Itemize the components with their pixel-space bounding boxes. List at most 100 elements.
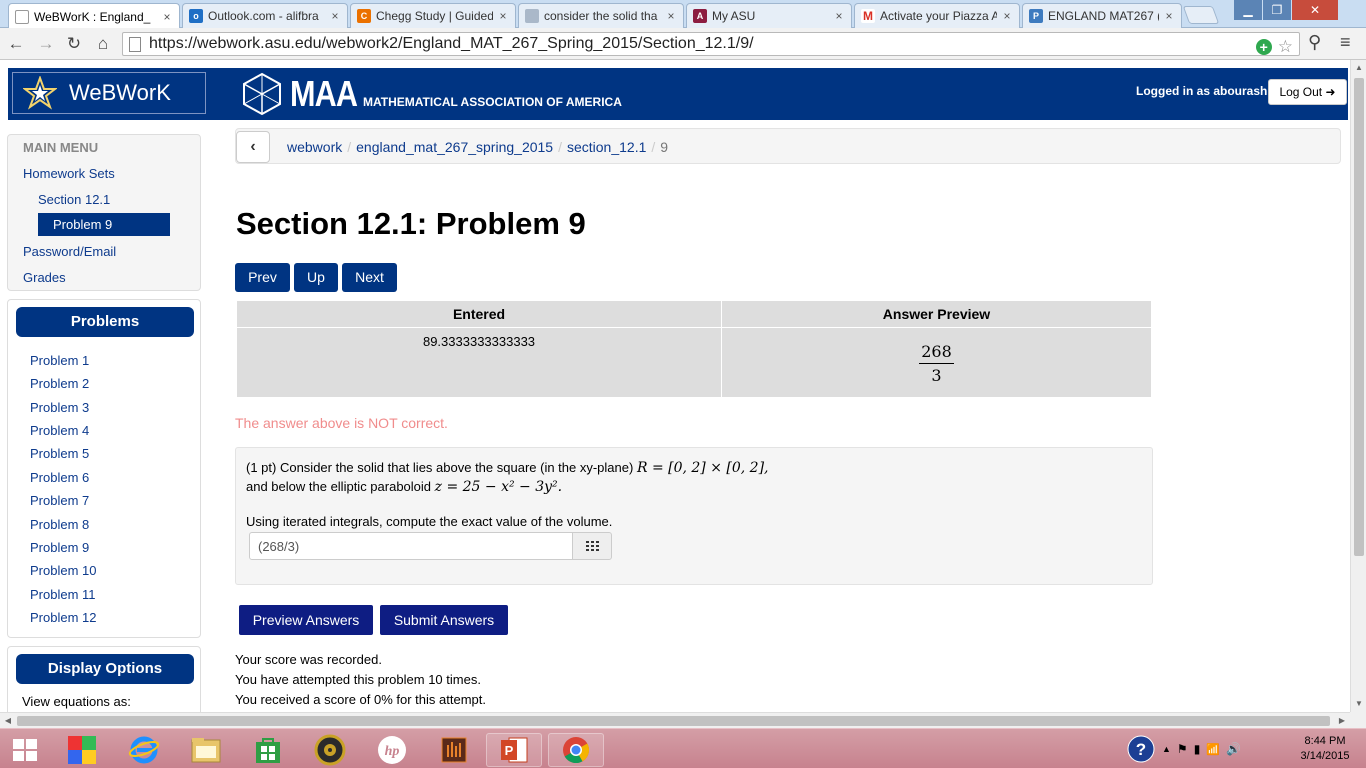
tab-close-icon[interactable]: × bbox=[1163, 9, 1175, 23]
system-tray: ? ▲ ⚑ ▮ 📶 🔊 bbox=[1126, 729, 1241, 768]
problem-link[interactable]: Problem 6 bbox=[30, 470, 89, 485]
problem-link[interactable]: Problem 11 bbox=[30, 587, 96, 602]
chevron-left-icon[interactable]: ‹ bbox=[236, 131, 270, 163]
hp-logo-icon: hp bbox=[378, 736, 406, 764]
breadcrumb-link-course[interactable]: england_mat_267_spring_2015 bbox=[356, 139, 553, 155]
taskbar-ie-icon[interactable] bbox=[116, 733, 172, 767]
restore-icon[interactable]: ❐ bbox=[1263, 0, 1291, 20]
tab-chegg[interactable]: C Chegg Study | Guided × bbox=[350, 3, 516, 28]
page-title: Section 12.1: Problem 9 bbox=[236, 206, 586, 241]
breadcrumb-link-section[interactable]: section_12.1 bbox=[567, 139, 646, 155]
sidebar-item-grades[interactable]: Grades bbox=[23, 270, 66, 285]
taskbar-explorer-icon[interactable] bbox=[178, 733, 234, 767]
tab-close-icon[interactable]: × bbox=[833, 9, 845, 23]
add-extension-icon[interactable]: + bbox=[1255, 39, 1272, 55]
tab-gmail[interactable]: M Activate your Piazza A × bbox=[854, 3, 1020, 28]
tab-close-icon[interactable]: × bbox=[161, 10, 173, 24]
problem-link[interactable]: Problem 1 bbox=[30, 353, 89, 368]
tab-piazza[interactable]: P ENGLAND MAT267 ( × bbox=[1022, 3, 1182, 28]
horizontal-scroll-thumb[interactable] bbox=[17, 716, 1330, 726]
problem-link[interactable]: Problem 2 bbox=[30, 376, 89, 391]
battery-icon[interactable]: ▮ bbox=[1194, 742, 1201, 756]
menu-icon[interactable]: ≡ bbox=[1340, 32, 1351, 53]
minimize-icon[interactable]: ▁ bbox=[1234, 0, 1262, 20]
maa-logo[interactable]: MAA MATHEMATICAL ASSOCIATION OF AMERICA bbox=[240, 72, 622, 116]
taskbar-clock[interactable]: 8:44 PM 3/14/2015 bbox=[1290, 734, 1360, 764]
horizontal-scrollbar[interactable]: ◀ ▶ bbox=[0, 712, 1350, 728]
answer-preview-fraction: 268 3 bbox=[919, 342, 954, 385]
new-tab-button[interactable] bbox=[1182, 6, 1220, 24]
prev-button[interactable]: Prev bbox=[235, 263, 290, 292]
close-window-icon[interactable]: ✕ bbox=[1292, 0, 1338, 20]
up-button[interactable]: Up bbox=[294, 263, 338, 292]
problem-link[interactable]: Problem 9 bbox=[30, 540, 89, 555]
next-button[interactable]: Next bbox=[342, 263, 397, 292]
scroll-right-icon[interactable]: ▶ bbox=[1334, 713, 1350, 729]
scroll-up-icon[interactable]: ▲ bbox=[1351, 60, 1366, 76]
tab-search[interactable]: consider the solid tha × bbox=[518, 3, 684, 28]
scroll-down-icon[interactable]: ▼ bbox=[1351, 696, 1366, 712]
submit-answers-button[interactable]: Submit Answers bbox=[380, 605, 508, 635]
problem-link[interactable]: Problem 10 bbox=[30, 563, 96, 578]
problem-link[interactable]: Problem 8 bbox=[30, 517, 89, 532]
address-bar[interactable]: https://webwork.asu.edu/webwork2/England… bbox=[122, 32, 1300, 56]
problem-link[interactable]: Problem 3 bbox=[30, 400, 89, 415]
tab-my-asu[interactable]: A My ASU × bbox=[686, 3, 852, 28]
tab-webwork[interactable]: WeBWorK : England_ × bbox=[8, 3, 180, 29]
sidebar-item-password-email[interactable]: Password/Email bbox=[23, 244, 116, 259]
show-hidden-icons-icon[interactable]: ▲ bbox=[1162, 744, 1171, 754]
breadcrumb-link-webwork[interactable]: webwork bbox=[287, 139, 342, 155]
start-button[interactable] bbox=[0, 733, 50, 767]
folder-icon bbox=[191, 738, 221, 763]
tab-close-icon[interactable]: × bbox=[1001, 9, 1013, 23]
answer-input[interactable]: (268/3) bbox=[249, 532, 573, 560]
preview-answers-button[interactable]: Preview Answers bbox=[239, 605, 373, 635]
flag-icon[interactable]: ⚑ bbox=[1177, 742, 1188, 756]
powerpoint-icon: P bbox=[501, 737, 528, 763]
taskbar-store-icon[interactable] bbox=[240, 733, 296, 767]
logout-button[interactable]: Log Out ➜ bbox=[1268, 79, 1347, 105]
taskbar-games-icon[interactable] bbox=[54, 733, 110, 767]
browser-toolbar: ← → ↻ ⌂ https://webwork.asu.edu/webwork2… bbox=[0, 28, 1366, 60]
internet-explorer-icon bbox=[128, 736, 160, 764]
webwork-logo[interactable]: WeBWorK bbox=[12, 72, 206, 114]
volume-icon[interactable]: 🔊 bbox=[1226, 742, 1241, 756]
tab-close-icon[interactable]: × bbox=[329, 9, 341, 23]
display-options-heading: Display Options bbox=[16, 654, 194, 684]
vertical-scrollbar[interactable]: ▲ ▼ bbox=[1350, 60, 1366, 712]
problem-body: (1 pt) Consider the solid that lies abov… bbox=[235, 447, 1153, 585]
problem-link[interactable]: Problem 4 bbox=[30, 423, 89, 438]
tab-title: WeBWorK : England_ bbox=[34, 9, 151, 24]
problem-line-2: and below the elliptic paraboloid z = 25… bbox=[246, 479, 562, 495]
score-message: Your score was recorded. bbox=[235, 652, 382, 667]
bookmark-star-icon[interactable]: ☆ bbox=[1278, 37, 1293, 57]
problem-link[interactable]: Problem 12 bbox=[30, 610, 96, 625]
taskbar-media-icon[interactable] bbox=[302, 733, 358, 767]
sidebar-item-current-problem[interactable]: Problem 9 bbox=[38, 213, 170, 236]
sidebar-item-section[interactable]: Section 12.1 bbox=[38, 192, 110, 207]
column-header-answer-preview: Answer Preview bbox=[721, 300, 1152, 328]
reload-icon[interactable]: ↻ bbox=[64, 34, 84, 54]
tab-close-icon[interactable]: × bbox=[497, 9, 509, 23]
equation-editor-button[interactable] bbox=[572, 532, 612, 560]
taskbar-app-icon[interactable] bbox=[426, 733, 482, 767]
back-arrow-icon[interactable]: ← bbox=[6, 34, 26, 54]
problem-link[interactable]: Problem 7 bbox=[30, 493, 89, 508]
taskbar-hp-icon[interactable]: hp bbox=[364, 733, 420, 767]
forward-arrow-icon[interactable]: → bbox=[36, 34, 56, 54]
help-icon[interactable]: ? bbox=[1126, 734, 1156, 764]
vertical-scroll-thumb[interactable] bbox=[1354, 78, 1364, 556]
taskbar-powerpoint-icon[interactable]: P bbox=[486, 733, 542, 767]
breadcrumb-separator: / bbox=[558, 139, 562, 155]
tab-outlook[interactable]: o Outlook.com - alifbra × bbox=[182, 3, 348, 28]
network-signal-icon[interactable]: 📶 bbox=[1206, 743, 1220, 756]
tab-close-icon[interactable]: × bbox=[665, 9, 677, 23]
problem-link[interactable]: Problem 5 bbox=[30, 446, 89, 461]
taskbar-chrome-icon[interactable] bbox=[548, 733, 604, 767]
store-bag-icon bbox=[256, 738, 280, 763]
search-icon[interactable]: ⚲ bbox=[1308, 32, 1321, 53]
scroll-left-icon[interactable]: ◀ bbox=[0, 713, 16, 729]
sidebar-item-homework-sets[interactable]: Homework Sets bbox=[23, 166, 115, 181]
clock-time: 8:44 PM bbox=[1304, 735, 1346, 747]
home-icon[interactable]: ⌂ bbox=[93, 34, 113, 54]
